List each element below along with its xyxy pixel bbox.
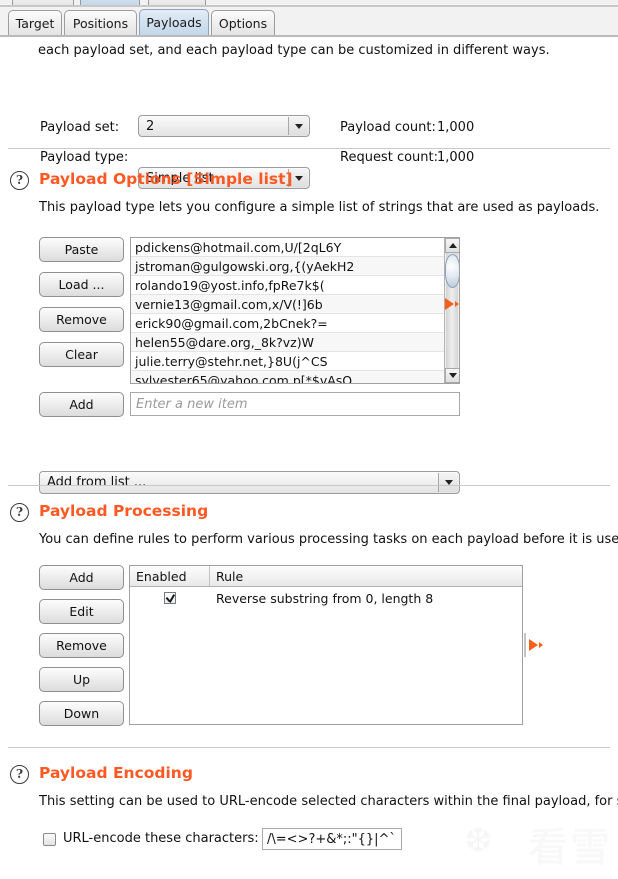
divider-processing: [8, 485, 610, 486]
payload-set-dropdown[interactable]: 2: [138, 115, 310, 137]
processing-down-button[interactable]: Down: [39, 701, 124, 726]
payload-type-label: Payload type:: [40, 150, 129, 165]
payload-encoding-help-icon[interactable]: ?: [10, 765, 29, 784]
processing-up-button[interactable]: Up: [39, 667, 124, 692]
burp-intruder-payloads-panel: Target Positions Payloads Options each p…: [0, 0, 618, 879]
list-item[interactable]: vernie13@gmail.com,x/V(!]6b: [131, 295, 444, 314]
payload-options-expand-arrow[interactable]: [445, 298, 459, 310]
expand-arrow-icon: [445, 298, 454, 310]
payload-processing-table[interactable]: Enabled Rule Reverse substring from 0, l…: [129, 565, 523, 725]
chevron-down-icon[interactable]: [288, 117, 308, 135]
list-item[interactable]: pdickens@hotmail.com,U/[2qL6Y: [131, 238, 444, 257]
expand-divider-bar: [524, 633, 526, 657]
tab-payloads[interactable]: Payloads: [139, 9, 209, 35]
processing-add-button[interactable]: Add: [39, 565, 124, 590]
expand-arrow-icon: [528, 639, 538, 651]
list-item[interactable]: jstroman@gulgowski.org,{(yAekH2: [131, 257, 444, 276]
payload-options-description: This payload type lets you configure a s…: [39, 200, 600, 215]
rule-text-cell: Reverse substring from 0, length 8: [216, 590, 434, 606]
payload-set-label: Payload set:: [40, 120, 120, 135]
tab-positions-label: Positions: [72, 15, 129, 31]
payload-list-scrollbar[interactable]: [444, 238, 459, 383]
new-item-input[interactable]: Enter a new item: [130, 392, 460, 416]
tab-payloads-label: Payloads: [146, 15, 202, 30]
payloads-scroll-content: each payload set, and each payload type …: [0, 39, 618, 879]
url-encode-checkbox[interactable]: [43, 833, 56, 846]
rule-enabled-checkbox[interactable]: [164, 592, 176, 604]
url-encode-label: URL-encode these characters:: [63, 831, 259, 846]
tab-target-label: Target: [15, 15, 55, 31]
payload-list[interactable]: pdickens@hotmail.com,U/[2qL6Y jstroman@g…: [130, 237, 460, 384]
payload-encoding-description: This setting can be used to URL-encode s…: [39, 794, 618, 809]
list-item[interactable]: julie.terry@stehr.net,}8U(j^CS: [131, 352, 444, 371]
tab-bar-baseline: [0, 35, 618, 37]
load-button[interactable]: Load ...: [39, 272, 124, 297]
payload-options-title: Payload Options [Simple list]: [39, 170, 293, 188]
request-count-label: Request count:: [340, 150, 438, 165]
url-encode-characters-input[interactable]: /\=<>?+&*;:"{}|^`: [262, 828, 402, 850]
intruder-tab-bar: Target Positions Payloads Options: [0, 7, 618, 37]
list-item[interactable]: rolando19@yost.info,fpRe7k$(: [131, 276, 444, 295]
processing-edit-button[interactable]: Edit: [39, 599, 124, 624]
scroll-up-icon[interactable]: [445, 238, 459, 253]
payload-options-help-icon[interactable]: ?: [10, 171, 29, 190]
payload-processing-expand-arrow[interactable]: [524, 633, 543, 657]
payload-processing-description: You can define rules to perform various …: [39, 532, 618, 547]
scrollbar-thumb[interactable]: [445, 254, 459, 288]
list-item[interactable]: helen55@dare.org,_8k?vz)W: [131, 333, 444, 352]
tab-target[interactable]: Target: [8, 10, 62, 35]
request-count-value: 1,000: [437, 150, 475, 165]
expand-arrow-tip-icon: [455, 301, 459, 307]
chevron-down-icon[interactable]: [438, 473, 458, 492]
add-from-list-value: Add from list ...: [47, 475, 147, 490]
scroll-down-icon[interactable]: [445, 368, 459, 383]
divider-encoding: [8, 747, 610, 748]
remove-button[interactable]: Remove: [39, 307, 124, 332]
divider-top: [8, 148, 610, 149]
paste-button[interactable]: Paste: [39, 237, 124, 262]
list-item[interactable]: sylvester65@yahoo.com,p[*$vAsQ: [131, 371, 444, 383]
payload-count-label: Payload count:: [340, 120, 436, 135]
parent-tab-strip-remnant: [0, 0, 618, 7]
tab-positions[interactable]: Positions: [64, 10, 137, 35]
url-encode-characters-value: /\=<>?+&*;:"{}|^`: [267, 831, 396, 847]
payload-count-value: 1,000: [437, 120, 475, 135]
payload-list-rows: pdickens@hotmail.com,U/[2qL6Y jstroman@g…: [131, 238, 444, 383]
list-item[interactable]: erick90@gmail.com,2bCnek?=: [131, 314, 444, 333]
payload-sets-intro-text: each payload set, and each payload type …: [38, 43, 550, 58]
table-row[interactable]: Reverse substring from 0, length 8: [130, 587, 522, 609]
column-header-enabled[interactable]: Enabled: [130, 566, 210, 586]
table-header: Enabled Rule: [130, 566, 522, 587]
processing-remove-button[interactable]: Remove: [39, 633, 124, 658]
add-item-button[interactable]: Add: [39, 392, 124, 417]
payload-processing-help-icon[interactable]: ?: [10, 503, 29, 522]
tab-options-label: Options: [218, 15, 268, 31]
new-item-placeholder: Enter a new item: [136, 396, 248, 412]
tab-options[interactable]: Options: [211, 10, 275, 35]
payload-set-value: 2: [146, 118, 155, 134]
rule-enabled-cell: [130, 592, 210, 604]
payload-encoding-title: Payload Encoding: [39, 764, 193, 782]
add-from-list-dropdown[interactable]: Add from list ...: [39, 471, 460, 494]
expand-arrow-tip-icon: [538, 642, 543, 648]
clear-button[interactable]: Clear: [39, 342, 124, 367]
column-header-rule[interactable]: Rule: [210, 566, 522, 586]
payload-processing-title: Payload Processing: [39, 502, 209, 520]
